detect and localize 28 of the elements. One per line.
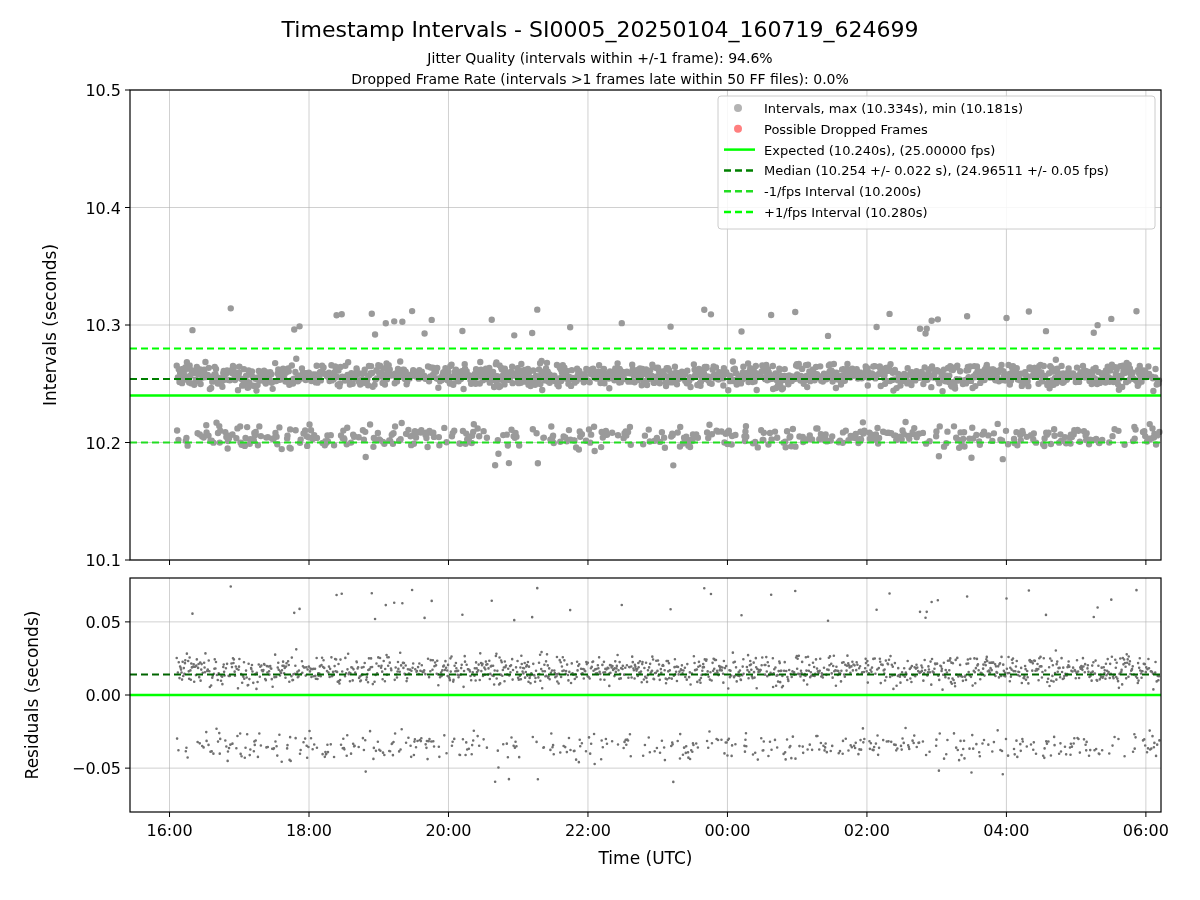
y-axis-label: Intervals (seconds) xyxy=(40,243,60,407)
y-tick-label: −0.05 xyxy=(71,759,121,779)
legend-label: Intervals, max (10.334s), min (10.181s) xyxy=(764,101,1023,116)
y-tick-label: 0.05 xyxy=(85,612,121,632)
y-tick-label: 10.1 xyxy=(85,551,121,570)
x-tick-label: 16:00 xyxy=(146,821,193,840)
x-axis-label: Time (UTC) xyxy=(598,848,693,868)
y-tick-label: 10.3 xyxy=(85,316,121,335)
legend-label: Median (10.254 +/- 0.022 s), (24.96511 +/- 0.05 fps) xyxy=(764,163,1109,179)
chart-subtitle: Dropped Frame Rate (intervals >1 frames late within 50 FF files): 0.0% xyxy=(351,71,849,87)
chart-title: Timestamp Intervals - SI0005_20250104_160719_624699 xyxy=(281,17,919,42)
x-tick-label: 00:00 xyxy=(704,821,751,840)
x-tick-label: 18:00 xyxy=(285,821,333,840)
x-tick-label: 20:00 xyxy=(425,821,472,840)
x-tick-label: 06:00 xyxy=(1122,821,1169,840)
legend-label: +1/fps Interval (10.280s) xyxy=(764,205,928,220)
y-tick-label: 10.2 xyxy=(85,433,121,453)
x-tick-label: 04:00 xyxy=(983,821,1030,840)
y-axis-label: Residuals (seconds) xyxy=(22,610,42,780)
y-tick-label: 0.00 xyxy=(85,686,121,705)
x-tick-label: 02:00 xyxy=(843,821,890,840)
legend-label: Expected (10.240s), (25.00000 fps) xyxy=(764,142,996,158)
chart-subtitle: Jitter Quality (intervals within +/-1 frame): 94.6% xyxy=(427,50,773,66)
legend-label: -1/fps Interval (10.200s) xyxy=(764,184,922,200)
legend-label: Possible Dropped Frames xyxy=(764,121,928,137)
x-tick-label: 22:00 xyxy=(564,821,611,840)
y-tick-label: 10.4 xyxy=(85,198,121,218)
y-tick-label: 10.5 xyxy=(85,81,121,100)
